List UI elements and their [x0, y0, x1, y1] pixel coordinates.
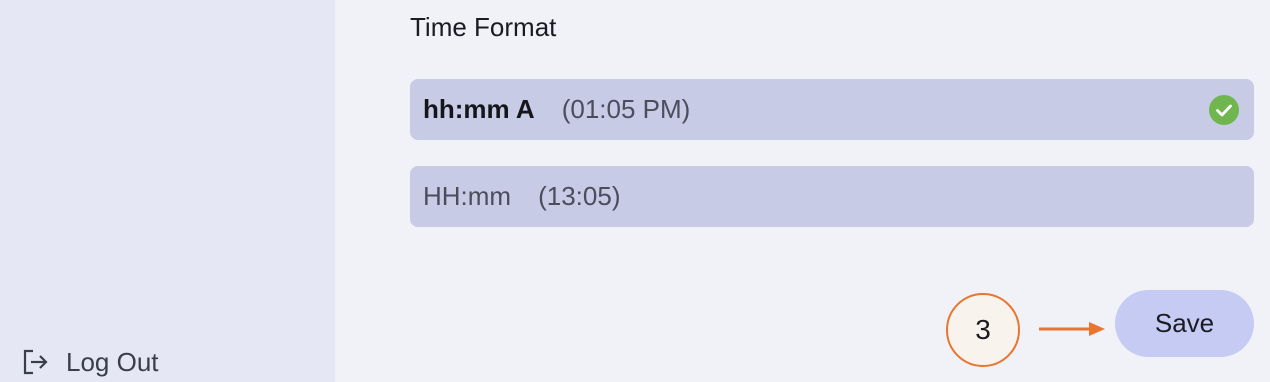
main-content: Time Format hh:mm A (01:05 PM) HH:mm (13…	[335, 0, 1270, 382]
check-icon	[1209, 95, 1239, 125]
time-format-option-24h[interactable]: HH:mm (13:05)	[410, 166, 1254, 227]
option-format: hh:mm A	[423, 94, 535, 124]
step-badge: 3	[946, 293, 1020, 367]
sidebar: Log Out	[0, 0, 335, 382]
logout-icon	[23, 349, 48, 375]
option-example: (01:05 PM)	[561, 94, 691, 124]
logout-button[interactable]: Log Out	[20, 346, 159, 378]
time-format-option-12h[interactable]: hh:mm A (01:05 PM)	[410, 79, 1254, 140]
logout-label: Log Out	[66, 347, 159, 377]
option-example: (13:05)	[538, 181, 621, 211]
time-format-title: Time Format	[410, 12, 557, 42]
save-button[interactable]: Save	[1115, 290, 1254, 357]
option-format: HH:mm	[423, 181, 512, 211]
arrow-icon	[1039, 322, 1105, 336]
